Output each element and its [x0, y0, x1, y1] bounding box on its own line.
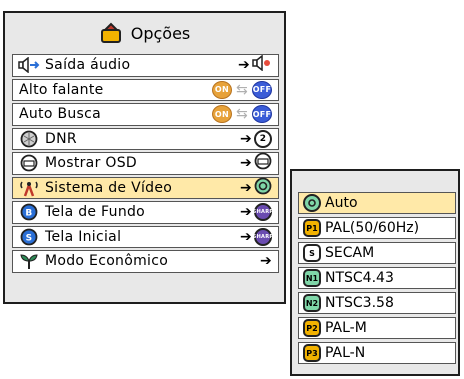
- svg-text:S: S: [26, 233, 33, 243]
- antenna-icon: [17, 179, 41, 197]
- s-badge-icon: S: [303, 244, 321, 262]
- b-icon: B: [17, 203, 41, 221]
- submenu-item-pal-50-60[interactable]: P1 PAL(50/60Hz): [298, 217, 456, 239]
- off-button[interactable]: OFF: [252, 80, 272, 99]
- sharp-logo-badge: SHARP: [253, 203, 273, 222]
- submenu-item-secam[interactable]: S SECAM: [298, 242, 456, 264]
- svg-text:B: B: [25, 209, 32, 219]
- sharp-logo-badge: SHARP: [253, 227, 273, 246]
- arrow-right-icon: ➔: [259, 253, 272, 270]
- arrow-right-icon: ➔: [239, 130, 252, 147]
- submenu-item-label: PAL-M: [325, 320, 367, 336]
- submenu-item-label: PAL-N: [325, 345, 366, 361]
- options-icon: [99, 21, 123, 45]
- menu-item-tela-inicial[interactable]: S Tela Inicial ➔ SHARP: [12, 225, 279, 248]
- submenu-item-label: NTSC3.58: [325, 295, 394, 311]
- p1-badge-icon: P1: [303, 219, 321, 237]
- eco-icon: [17, 252, 41, 270]
- submenu-item-auto[interactable]: Auto: [298, 192, 456, 214]
- toggle-arrow-icon: ⇆: [235, 106, 248, 123]
- options-menu-panel: Opções Saída áudio ➔ Alto falante ON ⇆ O…: [3, 11, 286, 304]
- submenu-item-label: NTSC4.43: [325, 270, 394, 286]
- menu-item-mostrar-osd[interactable]: Mostrar OSD ➔: [12, 152, 279, 175]
- submenu-item-ntsc443[interactable]: N1 NTSC4.43: [298, 267, 456, 289]
- submenu-item-pal-m[interactable]: P2 PAL-M: [298, 317, 456, 339]
- dnr-icon: [17, 130, 41, 148]
- options-menu-list: Saída áudio ➔ Alto falante ON ⇆ OFF Auto…: [12, 54, 279, 275]
- auto-icon: [303, 194, 321, 212]
- speaker-toggle-icon: [17, 56, 41, 74]
- submenu-item-ntsc358[interactable]: N2 NTSC3.58: [298, 292, 456, 314]
- menu-item-dnr[interactable]: DNR ➔ 2: [12, 127, 279, 150]
- osd-value-icon: [254, 152, 272, 174]
- menu-item-tela-de-fundo[interactable]: B Tela de Fundo ➔ SHARP: [12, 201, 279, 224]
- video-system-submenu: Auto P1 PAL(50/60Hz) S SECAM N1 NTSC4.43…: [290, 169, 460, 376]
- arrow-right-icon: ➔: [237, 57, 250, 74]
- menu-item-label: Modo Econômico: [45, 253, 169, 270]
- menu-title: Opções: [130, 23, 191, 43]
- s-icon: S: [17, 228, 41, 246]
- auto-video-icon: [254, 177, 272, 199]
- menu-item-modo-economico[interactable]: Modo Econômico ➔: [12, 250, 279, 273]
- arrow-right-icon: ➔: [239, 228, 252, 245]
- n2-badge-icon: N2: [303, 294, 321, 312]
- speaker-icon: [252, 54, 272, 75]
- menu-item-sistema-video[interactable]: Sistema de Vídeo ➔: [12, 176, 279, 199]
- arrow-right-icon: ➔: [239, 155, 252, 172]
- on-button[interactable]: ON: [211, 105, 232, 124]
- submenu-item-pal-n[interactable]: P3 PAL-N: [298, 342, 456, 364]
- dnr-level-badge: 2: [254, 129, 272, 148]
- submenu-item-label: Auto: [325, 195, 358, 211]
- p2-badge-icon: P2: [303, 319, 321, 337]
- arrow-right-icon: ➔: [239, 204, 252, 221]
- menu-item-alto-falante[interactable]: Alto falante ON ⇆ OFF: [12, 78, 279, 101]
- toggle-arrow-icon: ⇆: [235, 81, 248, 98]
- on-button[interactable]: ON: [211, 80, 232, 99]
- submenu-item-label: SECAM: [325, 245, 375, 261]
- p3-badge-icon: P3: [303, 344, 321, 362]
- n1-badge-icon: N1: [303, 269, 321, 287]
- arrow-right-icon: ➔: [239, 179, 252, 196]
- submenu-item-label: PAL(50/60Hz): [325, 220, 420, 236]
- off-button[interactable]: OFF: [252, 105, 272, 124]
- osd-icon: [17, 154, 41, 172]
- menu-item-auto-busca[interactable]: Auto Busca ON ⇆ OFF: [12, 103, 279, 126]
- menu-item-saida-audio[interactable]: Saída áudio ➔: [12, 54, 279, 77]
- menu-title-bar: Opções: [5, 13, 284, 53]
